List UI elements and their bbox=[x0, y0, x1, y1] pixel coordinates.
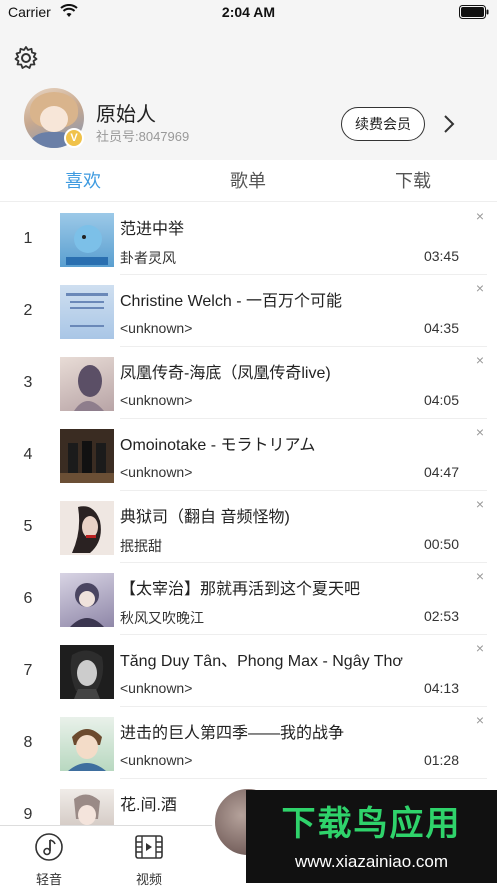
close-icon[interactable]: × bbox=[473, 713, 487, 727]
album-cover bbox=[60, 357, 114, 411]
watermark-url: www.xiazainiao.com bbox=[294, 852, 449, 871]
close-icon[interactable]: × bbox=[473, 425, 487, 439]
song-index: 3 bbox=[23, 374, 33, 391]
close-icon[interactable]: × bbox=[473, 209, 487, 223]
song-duration: 04:35 bbox=[423, 320, 459, 336]
battery-icon bbox=[459, 5, 489, 19]
album-cover bbox=[60, 429, 114, 483]
nav-video[interactable]: 视频 bbox=[119, 832, 179, 888]
renew-membership-button[interactable]: 续费会员 bbox=[341, 107, 425, 141]
song-index: 4 bbox=[23, 446, 33, 463]
song-title: 进击的巨人第四季——我的战争 bbox=[120, 725, 345, 742]
album-cover bbox=[60, 645, 114, 699]
list-item[interactable]: 3 凤凰传奇-海底（凤凰传奇live) <unknown> 04:05 × bbox=[0, 347, 497, 419]
song-artist: 卦者灵风 bbox=[120, 250, 176, 266]
song-duration: 04:13 bbox=[423, 680, 459, 696]
song-title: 凤凰传奇-海底（凤凰传奇live) bbox=[120, 365, 331, 382]
status-bar: Carrier 2:04 AM bbox=[0, 0, 497, 26]
tab-favorites[interactable]: 喜欢 bbox=[38, 160, 128, 202]
song-index: 1 bbox=[23, 230, 33, 247]
list-item[interactable]: 1 范进中举 卦者灵风 03:45 × bbox=[0, 203, 497, 275]
close-icon[interactable]: × bbox=[473, 353, 487, 367]
song-artist: <unknown> bbox=[120, 392, 193, 408]
watermark: 下载鸟应用 www.xiazainiao.com bbox=[246, 790, 497, 883]
song-duration: 02:53 bbox=[423, 608, 459, 624]
tab-bar: 喜欢 歌单 下载 bbox=[0, 160, 497, 202]
close-icon[interactable]: × bbox=[473, 569, 487, 583]
list-item[interactable]: 5 典狱司（翻自 音频怪物) 抿抿甜 00:50 × bbox=[0, 491, 497, 563]
nav-label: 轻音 bbox=[35, 872, 62, 887]
song-title: 花.间.酒 bbox=[120, 797, 177, 814]
song-index: 2 bbox=[23, 302, 33, 319]
song-index: 7 bbox=[23, 662, 33, 679]
close-icon[interactable]: × bbox=[473, 641, 487, 655]
list-item[interactable]: 7 Tăng Duy Tân、Phong Max - Ngây Thơ <unk… bbox=[0, 635, 497, 707]
song-title: Tăng Duy Tân、Phong Max - Ngây Thơ bbox=[120, 653, 403, 670]
nav-label: 视频 bbox=[135, 872, 162, 887]
song-duration: 01:28 bbox=[423, 752, 459, 768]
song-title: Christine Welch - 一百万个可能 bbox=[120, 293, 342, 310]
album-cover bbox=[60, 573, 114, 627]
song-index: 6 bbox=[23, 590, 33, 607]
list-item[interactable]: 4 Omoinotake - モラトリアム <unknown> 04:47 × bbox=[0, 419, 497, 491]
song-index: 5 bbox=[23, 518, 33, 535]
vip-badge: V bbox=[64, 128, 84, 148]
album-cover bbox=[60, 285, 114, 339]
member-id: 社员号:8047969 bbox=[96, 129, 190, 144]
watermark-title: 下载鸟应用 bbox=[281, 805, 462, 843]
tab-playlists[interactable]: 歌单 bbox=[203, 160, 293, 202]
close-icon[interactable]: × bbox=[473, 497, 487, 511]
album-cover bbox=[60, 717, 114, 771]
list-item[interactable]: 8 进击的巨人第四季——我的战争 <unknown> 01:28 × bbox=[0, 707, 497, 779]
film-icon bbox=[135, 835, 163, 859]
gear-icon[interactable] bbox=[12, 44, 40, 72]
song-artist: 秋风又吹晚江 bbox=[120, 610, 204, 626]
profile-header: V 原始人 社员号:8047969 续费会员 bbox=[0, 26, 497, 160]
song-duration: 00:50 bbox=[423, 536, 459, 552]
song-title: Omoinotake - モラトリアム bbox=[120, 437, 316, 454]
song-title: 【太宰治】那就再活到这个夏天吧 bbox=[120, 581, 361, 598]
tab-downloads[interactable]: 下载 bbox=[368, 160, 458, 202]
close-icon[interactable]: × bbox=[473, 281, 487, 295]
song-duration: 04:05 bbox=[423, 392, 459, 408]
album-cover bbox=[60, 501, 114, 555]
chevron-right-icon[interactable] bbox=[441, 114, 457, 134]
clock: 2:04 AM bbox=[221, 4, 276, 20]
album-cover bbox=[60, 213, 114, 267]
nav-light-music[interactable]: 轻音 bbox=[19, 832, 79, 888]
song-title: 范进中举 bbox=[120, 221, 185, 238]
song-artist: 抿抿甜 bbox=[120, 538, 162, 554]
song-artist: <unknown> bbox=[120, 320, 193, 336]
song-index: 8 bbox=[23, 734, 33, 751]
user-name: 原始人 bbox=[96, 104, 156, 126]
song-duration: 03:45 bbox=[423, 248, 459, 264]
list-item[interactable]: 6 【太宰治】那就再活到这个夏天吧 秋风又吹晚江 02:53 × bbox=[0, 563, 497, 635]
song-artist: <unknown> bbox=[120, 752, 193, 768]
music-note-icon bbox=[35, 833, 63, 861]
song-artist: <unknown> bbox=[120, 680, 193, 696]
song-artist: <unknown> bbox=[120, 464, 193, 480]
song-title: 典狱司（翻自 音频怪物) bbox=[120, 509, 290, 526]
song-duration: 04:47 bbox=[423, 464, 459, 480]
list-item[interactable]: 2 Christine Welch - 一百万个可能 <unknown> 04:… bbox=[0, 275, 497, 347]
